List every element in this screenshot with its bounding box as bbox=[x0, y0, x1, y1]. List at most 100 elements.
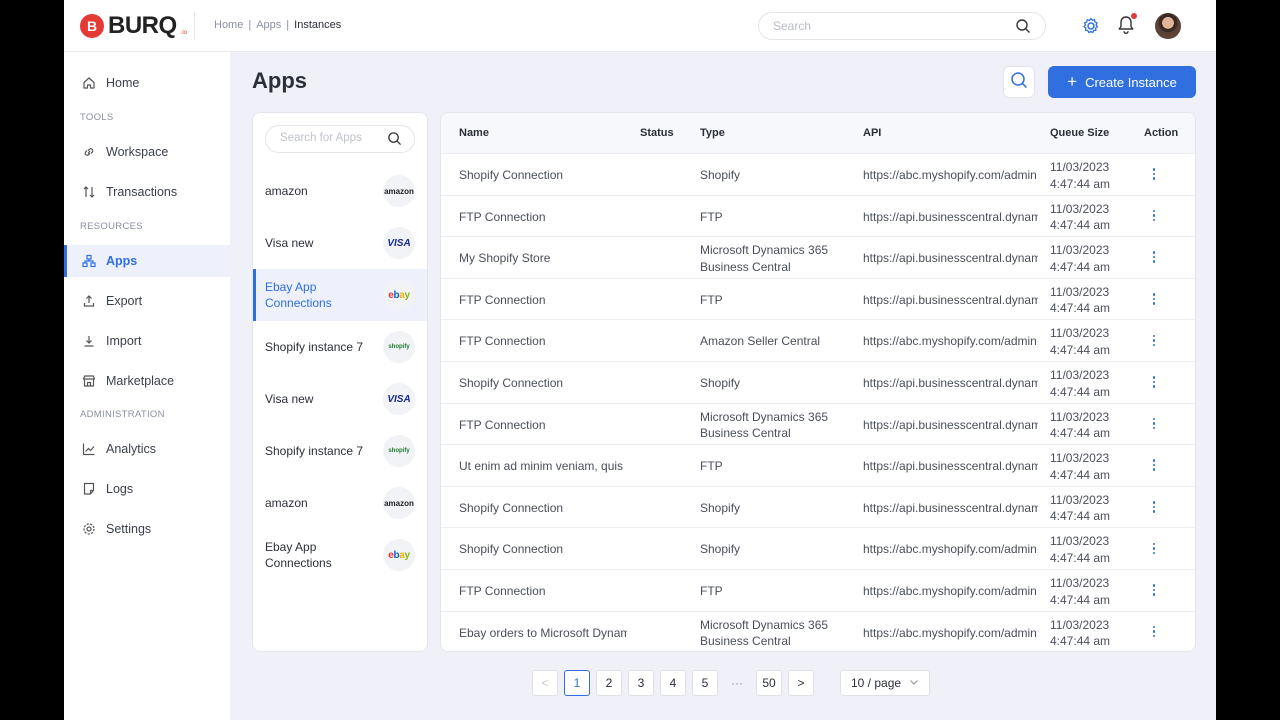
table-row[interactable]: Shopify Connection Shopify https://api.bus… bbox=[441, 361, 1195, 403]
queue-date: 11/03/2023 bbox=[1050, 368, 1110, 382]
table-row[interactable]: Shopify Connection Shopify https://abc.mys… bbox=[441, 527, 1195, 569]
queue-date: 11/03/2023 bbox=[1050, 326, 1110, 341]
sidebar-item-analytics[interactable]: Analytics bbox=[64, 433, 230, 465]
more-vertical-icon[interactable] bbox=[1149, 249, 1159, 265]
table-row[interactable]: Shopify Connection Shopify https://api.bus… bbox=[441, 485, 1195, 528]
instance-api: https://abc.myshopify.com/admin bbox=[863, 334, 1037, 349]
sidebar-item-label: Home bbox=[106, 76, 140, 90]
column-header-type[interactable]: Type bbox=[700, 127, 725, 139]
more-vertical-icon[interactable] bbox=[1149, 457, 1159, 473]
queue-date: 11/03/2023 bbox=[1050, 409, 1110, 424]
queue-time: 4:47:44 am bbox=[1050, 384, 1111, 399]
more-vertical-icon[interactable] bbox=[1149, 540, 1159, 556]
table-row[interactable]: Ut enim ad minim veniam, quis FTP https://… bbox=[441, 444, 1195, 486]
instance-type: Microsoft Dynamics 365 Business Central bbox=[700, 243, 829, 274]
table-row[interactable]: My Shopify Store Microsoft Dynamics 365 B… bbox=[441, 236, 1195, 278]
pagination: < 1 2 3 4 5 ··· 50 > 10 / page bbox=[532, 670, 930, 696]
page-ellipsis[interactable]: ··· bbox=[724, 670, 750, 696]
create-instance-button[interactable]: + Create Instance bbox=[1048, 66, 1196, 98]
table-row[interactable]: FTP Connection Amazon Seller Central https… bbox=[441, 319, 1195, 361]
table-row[interactable]: FTP Connection FTP https://api.businesscen… bbox=[441, 277, 1195, 320]
sidebar-item-workspace[interactable]: Workspace bbox=[64, 136, 230, 168]
app-list-item[interactable]: amazon amazon bbox=[253, 477, 427, 529]
sidebar-item-export[interactable]: Export bbox=[64, 285, 230, 317]
link-icon bbox=[82, 145, 96, 159]
plus-icon: + bbox=[1067, 72, 1078, 91]
app-list-item[interactable]: Ebay App Connections e b a y bbox=[253, 269, 427, 321]
sidebar-item-transactions[interactable]: Transactions bbox=[64, 176, 230, 208]
instance-name: FTP Connection bbox=[459, 417, 546, 432]
column-header-status[interactable]: Status bbox=[640, 127, 674, 139]
sidebar-item-label: Workspace bbox=[106, 145, 169, 159]
prev-page-button[interactable]: < bbox=[532, 670, 558, 696]
sidebar-item-logs[interactable]: Logs bbox=[64, 473, 230, 505]
chevron-down-icon bbox=[909, 676, 919, 690]
apps-search-input[interactable] bbox=[280, 132, 380, 144]
avatar[interactable] bbox=[1155, 13, 1181, 39]
app-list-item[interactable]: Visa new VISA bbox=[253, 373, 427, 425]
column-header-name[interactable]: Name bbox=[459, 127, 489, 139]
table-row[interactable]: FTP Connection Microsoft Dynamics 365 Bus… bbox=[441, 402, 1195, 445]
app-list-item[interactable]: Shopify instance 7 shopify bbox=[253, 425, 427, 477]
table-row[interactable]: FTP Connection FTP https://api.businesscen… bbox=[441, 194, 1195, 237]
page-1-button[interactable]: 1 bbox=[564, 670, 590, 696]
app-logo-amazon: amazon bbox=[383, 487, 415, 519]
more-vertical-icon[interactable] bbox=[1149, 499, 1159, 515]
page-5-button[interactable]: 5 bbox=[692, 670, 718, 696]
table-row[interactable]: Ebay orders to Microsoft Dynamics Microso… bbox=[441, 610, 1195, 651]
page-size-select[interactable]: 10 / page bbox=[840, 670, 930, 696]
instance-type: Shopify bbox=[700, 542, 741, 557]
queue-size: 11/03/2023 4:47:44 am bbox=[1050, 409, 1130, 442]
app-name: Ebay App Connections bbox=[265, 280, 332, 310]
app-list-item[interactable]: Shopify instance 7 shopify bbox=[253, 321, 427, 373]
sidebar-item-label: Transactions bbox=[106, 185, 178, 199]
settings-icon bbox=[82, 522, 96, 536]
column-header-api[interactable]: API bbox=[863, 127, 881, 139]
app-list-item[interactable]: Ebay App Connections e b a y bbox=[253, 529, 427, 581]
more-vertical-icon[interactable] bbox=[1149, 208, 1159, 224]
bell-icon[interactable] bbox=[1117, 13, 1137, 40]
more-vertical-icon[interactable] bbox=[1149, 416, 1159, 432]
breadcrumb-apps[interactable]: Apps bbox=[256, 19, 281, 31]
sidebar-item-label: Export bbox=[106, 294, 143, 308]
create-instance-label: Create Instance bbox=[1085, 74, 1177, 90]
page-3-button[interactable]: 3 bbox=[628, 670, 654, 696]
sidebar-item-import[interactable]: Import bbox=[64, 325, 230, 357]
app-name: Shopify instance 7 bbox=[265, 444, 364, 458]
sidebar-item-settings[interactable]: Settings bbox=[64, 513, 230, 545]
search-button[interactable] bbox=[1003, 66, 1035, 98]
brand-logo[interactable]: B BURQ .io bbox=[80, 12, 187, 40]
more-vertical-icon[interactable] bbox=[1149, 374, 1159, 390]
instance-type: FTP bbox=[700, 584, 723, 598]
sidebar-item-home[interactable]: Home bbox=[64, 67, 230, 99]
more-vertical-icon[interactable] bbox=[1149, 624, 1159, 640]
breadcrumb-home[interactable]: Home bbox=[214, 19, 243, 31]
more-vertical-icon[interactable] bbox=[1149, 291, 1159, 307]
app-list-item[interactable]: Visa new VISA bbox=[253, 217, 427, 269]
more-vertical-icon[interactable] bbox=[1149, 582, 1159, 598]
instance-type: Microsoft Dynamics 365 Business Central bbox=[700, 409, 829, 441]
more-vertical-icon[interactable] bbox=[1149, 166, 1159, 182]
more-vertical-icon[interactable] bbox=[1149, 332, 1159, 348]
table-row[interactable]: Shopify Connection Shopify https://abc.mys… bbox=[441, 153, 1195, 195]
apps-list-panel: amazon amazon Visa new VISA Ebay App Connect… bbox=[252, 112, 428, 652]
page-50-button[interactable]: 50 bbox=[756, 670, 782, 696]
sidebar-item-apps[interactable]: Apps bbox=[64, 245, 230, 277]
table-row[interactable]: FTP Connection FTP https://abc.myshopify.c… bbox=[441, 569, 1195, 611]
queue-date: 11/03/2023 bbox=[1050, 201, 1110, 216]
column-header-queue-size[interactable]: Queue Size bbox=[1050, 127, 1109, 139]
app-list-item[interactable]: amazon amazon bbox=[253, 165, 427, 217]
analytics-icon bbox=[82, 442, 96, 456]
queue-date: 11/03/2023 bbox=[1050, 492, 1110, 507]
sidebar-item-marketplace[interactable]: Marketplace bbox=[64, 365, 230, 397]
top-bar: B BURQ .io Home | Apps | Instances bbox=[64, 0, 1216, 52]
gear-icon[interactable] bbox=[1081, 16, 1101, 41]
home-icon bbox=[82, 76, 96, 90]
next-page-button[interactable]: > bbox=[788, 670, 814, 696]
page-4-button[interactable]: 4 bbox=[660, 670, 686, 696]
search-icon[interactable] bbox=[1015, 18, 1031, 39]
global-search-input[interactable] bbox=[773, 19, 1003, 33]
page-2-button[interactable]: 2 bbox=[596, 670, 622, 696]
search-icon[interactable] bbox=[387, 131, 402, 151]
queue-size: 11/03/2023 4:47:44 am bbox=[1050, 367, 1130, 400]
